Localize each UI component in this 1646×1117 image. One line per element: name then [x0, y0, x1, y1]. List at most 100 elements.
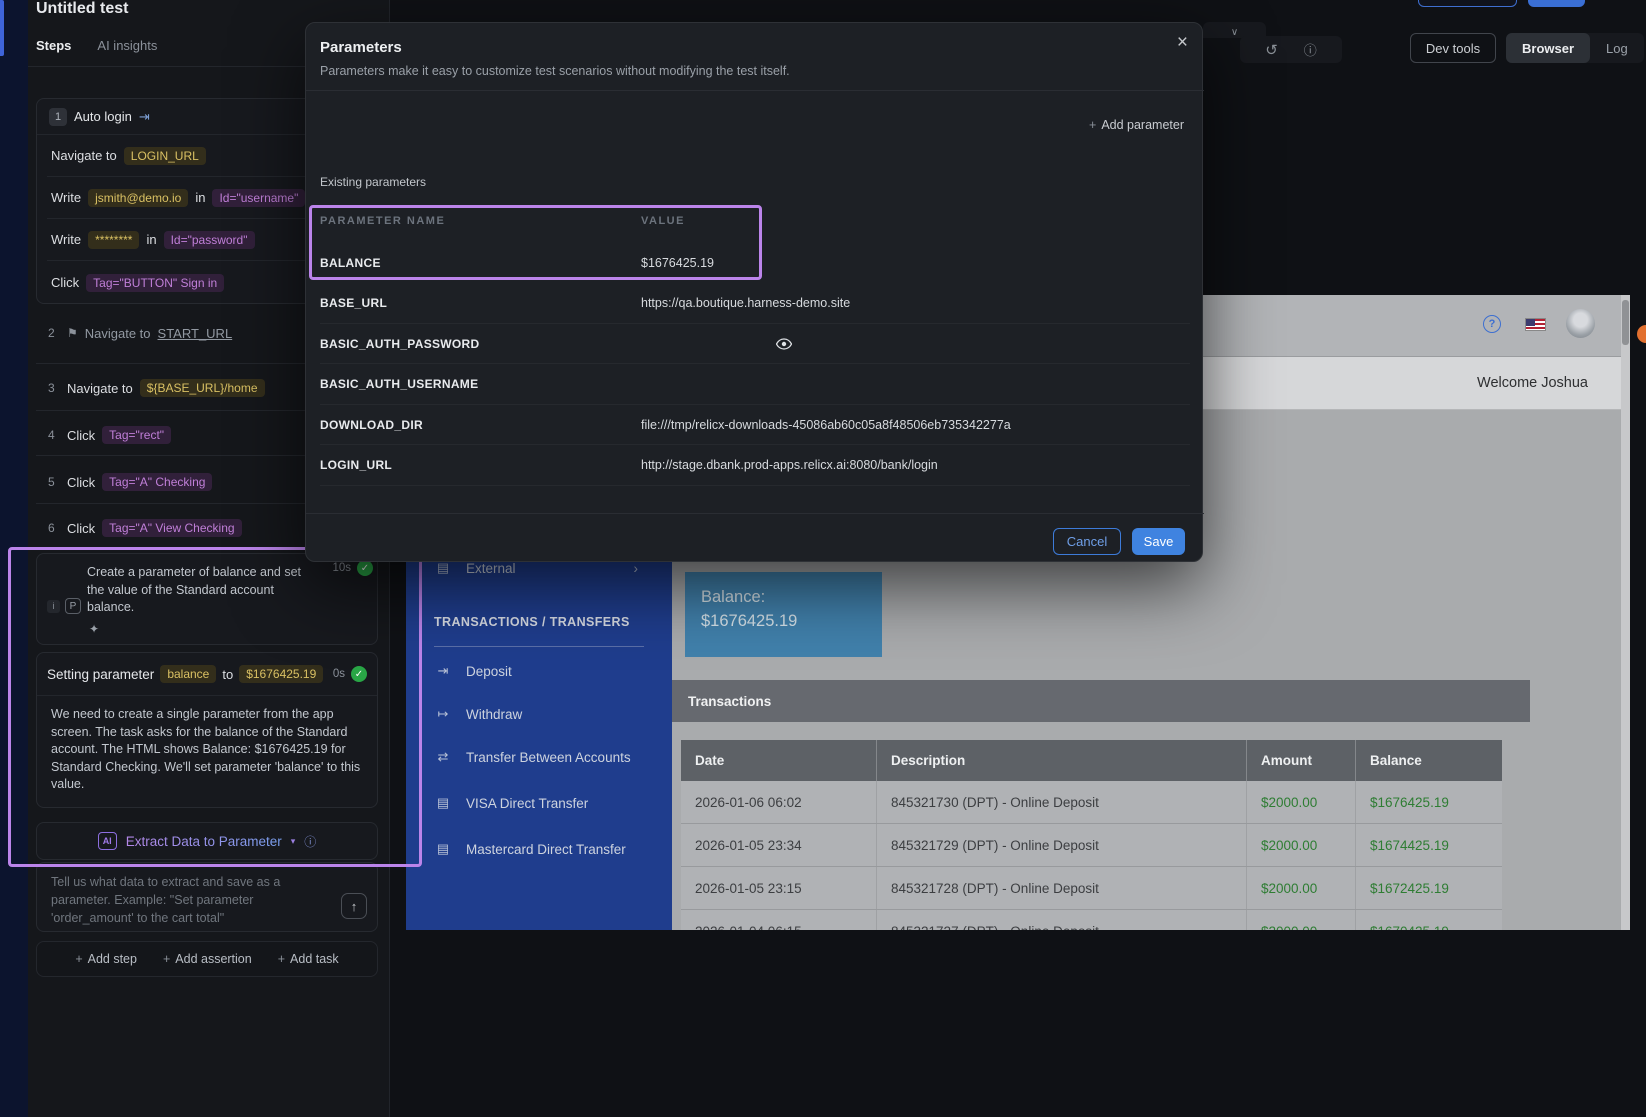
- table-row[interactable]: 2026-01-06 06:02 845321730 (DPT) - Onlin…: [681, 781, 1502, 824]
- selector-badge-checking[interactable]: Tag="A" Checking: [102, 473, 212, 491]
- step-connector: in: [146, 232, 156, 247]
- selector-badge-username[interactable]: Id="username": [212, 189, 305, 207]
- step-number: 6: [48, 521, 60, 535]
- add-actions-bar: +Add step +Add assertion +Add task: [36, 941, 378, 977]
- step-row-6[interactable]: 6 Click Tag="A" View Checking: [48, 515, 242, 541]
- col-header-amount[interactable]: Amount: [1247, 740, 1356, 781]
- top-outline-button[interactable]: [1418, 0, 1517, 7]
- add-step-button[interactable]: +Add step: [75, 952, 137, 966]
- param-name-badge[interactable]: balance: [160, 665, 216, 683]
- param-badge-base-url-home[interactable]: ${BASE_URL}/home: [140, 379, 265, 397]
- selector-badge-password[interactable]: Id="password": [164, 231, 255, 249]
- param-badge-login-url[interactable]: LOGIN_URL: [124, 147, 206, 165]
- sidebar-item-visa-transfer[interactable]: ▤ VISA Direct Transfer: [434, 795, 588, 811]
- param-row-balance[interactable]: BALANCE $1676425.19: [320, 243, 1190, 283]
- step-row-5[interactable]: 5 Click Tag="A" Checking: [48, 469, 212, 495]
- setting-parameter-card[interactable]: Setting parameter balance to $1676425.19…: [36, 652, 378, 808]
- task-instruction-text: Create a parameter of balance and set th…: [87, 564, 305, 617]
- table-row[interactable]: 2026-01-04 06:15 845321727 (DPT) - Onlin…: [681, 910, 1502, 930]
- recording-indicator-dot[interactable]: [1637, 325, 1646, 343]
- sidebar-item-withdraw[interactable]: ↦ Withdraw: [434, 706, 522, 722]
- param-name: BASE_URL: [320, 296, 641, 310]
- cell-amount: $2000.00: [1247, 867, 1356, 909]
- param-row-basic-auth-password[interactable]: BASIC_AUTH_PASSWORD: [320, 324, 1190, 364]
- param-value-badge[interactable]: $1676425.19: [239, 665, 323, 683]
- eye-icon[interactable]: [776, 338, 792, 350]
- param-row-basic-auth-username[interactable]: BASIC_AUTH_USERNAME: [320, 365, 1190, 405]
- step-number: 5: [48, 475, 60, 489]
- parameter-icon: P: [65, 598, 81, 614]
- deposit-icon: ⇥: [434, 663, 452, 679]
- dev-tools-button[interactable]: Dev tools: [1410, 33, 1496, 63]
- page-scrollbar[interactable]: [1621, 295, 1630, 930]
- close-icon[interactable]: ×: [1177, 33, 1188, 52]
- transactions-title: Transactions: [688, 694, 771, 709]
- step-row-3[interactable]: 3 Navigate to ${BASE_URL}/home: [48, 375, 265, 401]
- extract-prompt-box[interactable]: Tell us what data to extract and save as…: [36, 862, 378, 932]
- add-assertion-button[interactable]: +Add assertion: [163, 952, 252, 966]
- selector-badge-signin[interactable]: Tag="BUTTON" Sign in: [86, 274, 224, 292]
- view-switcher: Browser Log: [1506, 33, 1644, 63]
- ai-task-card[interactable]: i P Create a parameter of balance and se…: [36, 553, 378, 645]
- info-icon[interactable]: ⓘ: [1304, 40, 1317, 59]
- welcome-text: Welcome Joshua: [1477, 375, 1588, 391]
- card-icon: ▤: [434, 841, 452, 857]
- ai-badge-icon: AI: [98, 832, 117, 850]
- add-parameter-button[interactable]: +Add parameter: [1089, 118, 1184, 132]
- step-action-label: Navigate to: [51, 148, 117, 163]
- modal-header-divider: [306, 90, 1204, 91]
- save-button[interactable]: Save: [1132, 528, 1185, 555]
- user-avatar[interactable]: [1566, 309, 1595, 338]
- modal-footer-divider: [306, 513, 1204, 514]
- tab-steps[interactable]: Steps: [36, 38, 71, 53]
- param-row-base-url[interactable]: BASE_URL https://qa.boutique.harness-dem…: [320, 284, 1190, 324]
- info-icon[interactable]: ⓘ: [304, 833, 316, 850]
- selector-badge-rect[interactable]: Tag="rect": [102, 426, 171, 444]
- card-icon: ▤: [434, 560, 452, 576]
- help-icon[interactable]: ?: [1483, 315, 1501, 333]
- test-title: Untitled test: [36, 0, 128, 18]
- sidebar-item-label: Withdraw: [466, 707, 522, 722]
- start-url-link[interactable]: START_URL: [158, 326, 233, 341]
- selector-badge-view-checking[interactable]: Tag="A" View Checking: [102, 519, 241, 537]
- value-badge-password[interactable]: ********: [88, 231, 139, 249]
- cell-date: 2026-01-06 06:02: [681, 781, 877, 823]
- col-header-description[interactable]: Description: [877, 740, 1247, 781]
- add-task-button[interactable]: +Add task: [278, 952, 339, 966]
- sidebar-item-label: VISA Direct Transfer: [466, 796, 588, 811]
- existing-parameters-label: Existing parameters: [320, 175, 426, 189]
- param-row-login-url[interactable]: LOGIN_URL http://stage.dbank.prod-apps.r…: [320, 446, 1190, 486]
- sidebar-item-label: Mastercard Direct Transfer: [466, 842, 626, 857]
- chevron-down-icon[interactable]: ▾: [291, 836, 296, 847]
- chevron-down-icon: ∨: [1231, 28, 1238, 38]
- step-row-2[interactable]: 2 ⚑ Navigate to START_URL: [48, 320, 232, 346]
- param-row-download-dir[interactable]: DOWNLOAD_DIR file:///tmp/relicx-download…: [320, 405, 1190, 445]
- card-icon: ▤: [434, 795, 452, 811]
- scrollbar-thumb[interactable]: [1622, 300, 1629, 345]
- top-primary-button[interactable]: [1528, 0, 1585, 7]
- step-connector: to: [222, 667, 233, 682]
- col-parameter-name: PARAMETER NAME: [320, 215, 641, 227]
- table-row[interactable]: 2026-01-05 23:34 845321729 (DPT) - Onlin…: [681, 824, 1502, 867]
- sidebar-item-transfer[interactable]: ⇄ Transfer Between Accounts: [434, 749, 631, 765]
- cancel-button[interactable]: Cancel: [1053, 528, 1121, 555]
- sidebar-item-mastercard-transfer[interactable]: ▤ Mastercard Direct Transfer: [434, 841, 626, 857]
- sidebar-item-deposit[interactable]: ⇥ Deposit: [434, 663, 512, 679]
- tab-ai-insights[interactable]: AI insights: [97, 38, 157, 53]
- refresh-icon[interactable]: ↺: [1265, 41, 1278, 59]
- browser-tab[interactable]: Browser: [1506, 33, 1590, 63]
- value-badge-username[interactable]: jsmith@demo.io: [88, 189, 188, 207]
- submit-prompt-button[interactable]: ↑: [341, 893, 367, 919]
- table-row[interactable]: 2026-01-05 23:15 845321728 (DPT) - Onlin…: [681, 867, 1502, 910]
- log-tab[interactable]: Log: [1590, 41, 1644, 56]
- col-header-balance[interactable]: Balance: [1356, 740, 1502, 781]
- step-row-4[interactable]: 4 Click Tag="rect": [48, 422, 171, 448]
- browser-toolbar-icons: ↺ ⓘ: [1240, 36, 1342, 63]
- col-header-date[interactable]: Date: [681, 740, 877, 781]
- sidebar-item-external[interactable]: ▤ External ›: [434, 560, 654, 576]
- setting-parameter-label: Setting parameter: [47, 667, 154, 682]
- step-action-label: Click: [67, 428, 95, 443]
- us-flag-icon[interactable]: [1525, 318, 1546, 331]
- extract-data-card[interactable]: AI Extract Data to Parameter ▾ ⓘ: [36, 822, 378, 860]
- extract-prompt-input[interactable]: Tell us what data to extract and save as…: [51, 873, 301, 927]
